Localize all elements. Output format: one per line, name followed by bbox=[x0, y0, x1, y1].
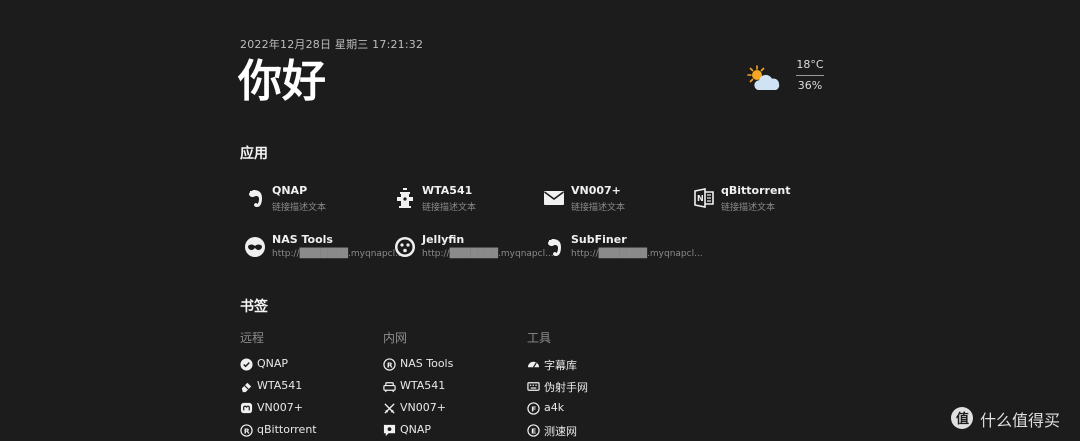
evernote-icon bbox=[249, 190, 262, 207]
weather-widget[interactable]: 18°C 36% bbox=[744, 58, 834, 102]
bookmark-column-heading-lan: 内网 bbox=[383, 331, 408, 345]
circle-f-icon: F bbox=[527, 402, 540, 415]
bookmark-label: QNAP bbox=[257, 357, 289, 370]
office-icon: N bbox=[694, 188, 714, 208]
bookmark-label: a4k bbox=[544, 401, 565, 414]
temperature-value: 18°C bbox=[796, 58, 824, 76]
svg-text:值: 值 bbox=[956, 411, 969, 427]
humidity-value: 36% bbox=[797, 79, 823, 92]
app-description: 链接描述文本 bbox=[272, 203, 327, 213]
check-badge-icon bbox=[240, 358, 253, 371]
app-name: WTA541 bbox=[422, 184, 473, 197]
app-name: VN007+ bbox=[571, 184, 621, 197]
bookmark-label: qBittorrent bbox=[257, 423, 317, 436]
app-description: http://███████.myqnapcl... bbox=[422, 249, 554, 259]
svg-text:R: R bbox=[244, 426, 250, 435]
datetime-display: 2022年12月28日 星期三 17:21:32 bbox=[240, 38, 424, 51]
mail-icon bbox=[544, 191, 564, 205]
message-icon bbox=[383, 424, 396, 437]
app-wta541[interactable]: WTA541 链接描述文本 bbox=[394, 184, 544, 218]
smzdm-logo-icon: 值 bbox=[951, 407, 973, 429]
sofa-icon bbox=[383, 382, 396, 393]
app-name: Jellyfin bbox=[422, 233, 465, 246]
mastodon-icon bbox=[240, 402, 253, 414]
registered-icon: R bbox=[383, 358, 396, 371]
bookmark-label: 伪射手网 bbox=[544, 381, 588, 394]
bookmarks-section-title: 书签 bbox=[240, 299, 268, 315]
app-name: NAS Tools bbox=[272, 233, 333, 246]
fire-hydrant-icon bbox=[397, 188, 413, 208]
svg-text:E: E bbox=[531, 426, 536, 435]
face-icon bbox=[395, 237, 415, 257]
eraser-icon bbox=[241, 382, 252, 393]
bookmark-label: WTA541 bbox=[400, 379, 446, 392]
bookmark-label: 字幕库 bbox=[544, 359, 577, 372]
app-description: 链接描述文本 bbox=[721, 203, 776, 213]
svg-text:R: R bbox=[387, 360, 393, 369]
app-name: QNAP bbox=[272, 184, 308, 197]
app-nas-tools[interactable]: NAS Tools http://███████.myqnapcl... bbox=[244, 233, 404, 267]
keyboard-icon bbox=[527, 382, 540, 391]
bookmark-label: QNAP bbox=[400, 423, 432, 436]
app-name: qBittorrent bbox=[721, 184, 791, 197]
bookmark-label: VN007+ bbox=[257, 401, 303, 414]
app-description: http://███████.myqnapcl... bbox=[571, 249, 703, 259]
apps-section-title: 应用 bbox=[240, 146, 268, 162]
app-subfiner[interactable]: SubFiner http://███████.myqnapcl... bbox=[543, 233, 703, 267]
app-description: http://███████.myqnapcl... bbox=[272, 249, 404, 259]
circle-e-icon: E bbox=[527, 424, 540, 437]
bookmark-label: VN007+ bbox=[400, 401, 446, 414]
bookmark-label: NAS Tools bbox=[400, 357, 454, 370]
dashboard-page: 2022年12月28日 星期三 17:21:32 你好 18°C 36% 应用 … bbox=[0, 0, 1080, 441]
svg-text:F: F bbox=[531, 404, 536, 413]
app-description: 链接描述文本 bbox=[422, 203, 477, 213]
app-jellyfin[interactable]: Jellyfin http://███████.myqnapcl... bbox=[394, 233, 554, 267]
watermark: 值 什么值得买 bbox=[950, 404, 1080, 434]
bookmark-column-heading-tools: 工具 bbox=[527, 331, 552, 345]
greeting-title: 你好 bbox=[238, 56, 326, 107]
gauge-icon bbox=[527, 361, 540, 368]
app-description: 链接描述文本 bbox=[571, 203, 626, 213]
watermark-text: 什么值得买 bbox=[980, 411, 1061, 430]
mask-icon bbox=[245, 237, 265, 257]
svg-text:N: N bbox=[697, 194, 704, 203]
app-vn007[interactable]: VN007+ 链接描述文本 bbox=[543, 184, 693, 218]
bookmark-label: 测速网 bbox=[544, 425, 577, 438]
app-name: SubFiner bbox=[571, 233, 627, 246]
app-qbittorrent[interactable]: N qBittorrent 链接描述文本 bbox=[693, 184, 843, 218]
bookmark-label: WTA541 bbox=[257, 379, 303, 392]
bookmark-column-heading-remote: 远程 bbox=[240, 331, 265, 345]
registered-icon: R bbox=[240, 424, 253, 437]
evernote-icon bbox=[548, 239, 561, 256]
app-qnap[interactable]: QNAP 链接描述文本 bbox=[244, 184, 394, 218]
partly-cloudy-icon bbox=[747, 65, 780, 90]
swords-icon bbox=[384, 403, 395, 414]
